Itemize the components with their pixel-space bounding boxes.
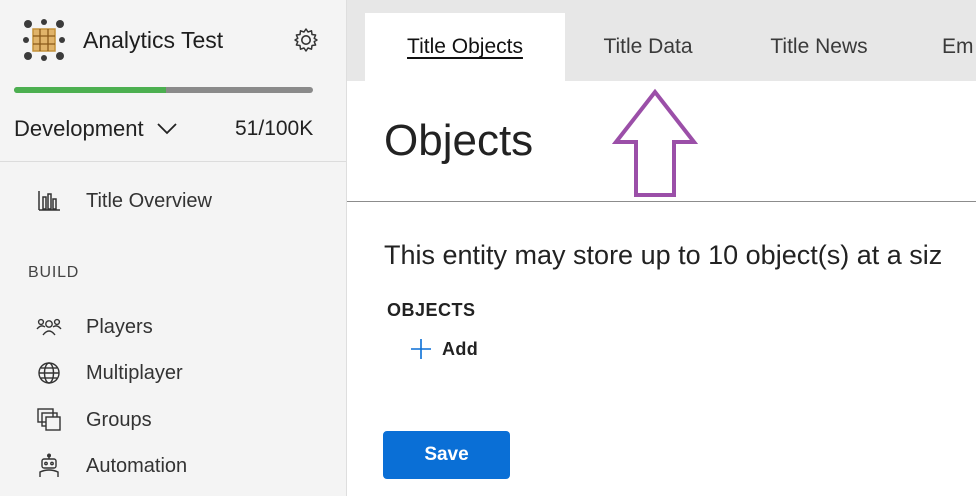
sidebar-item-groups[interactable]: Groups <box>0 400 346 440</box>
usage-progress-bar <box>14 87 313 93</box>
app-title: Analytics Test <box>83 27 224 53</box>
chevron-down-icon <box>157 123 177 135</box>
globe-icon <box>38 362 60 384</box>
annotation-arrow-icon <box>612 88 698 197</box>
tab-label: Title Data <box>603 35 693 58</box>
sidebar: Analytics Test Development 51/100K Title… <box>0 0 347 496</box>
sidebar-item-label: Players <box>86 315 153 338</box>
plus-icon <box>411 339 431 359</box>
entity-description: This entity may store up to 10 object(s)… <box>384 240 943 270</box>
robot-icon <box>39 453 59 477</box>
sidebar-item-title-overview[interactable]: Title Overview <box>0 181 346 221</box>
tab-title-data[interactable]: Title Data <box>565 13 731 81</box>
sidebar-item-label: Multiplayer <box>86 361 183 384</box>
app-logo-icon <box>23 19 65 61</box>
save-button[interactable]: Save <box>383 431 510 479</box>
tab-label: Title Objects <box>407 35 523 58</box>
add-label: Add <box>442 338 479 359</box>
sidebar-item-players[interactable]: Players <box>0 307 346 347</box>
tab-label: Title News <box>770 35 868 58</box>
players-icon <box>36 318 62 336</box>
tab-bar: Title Objects Title Data Title News Em <box>347 0 976 81</box>
sidebar-divider <box>0 161 346 162</box>
usage-progress-fill <box>14 87 167 93</box>
section-heading-build: BUILD <box>28 264 80 281</box>
tab-title-news[interactable]: Title News <box>731 13 907 81</box>
tab-label: Em <box>942 35 974 58</box>
sidebar-item-label: Automation <box>86 454 188 477</box>
objects-heading: OBJECTS <box>387 300 476 320</box>
environment-label: Development <box>14 116 144 141</box>
bar-chart-icon <box>38 191 60 211</box>
tab-title-objects[interactable]: Title Objects <box>365 13 565 81</box>
usage-count: 51/100K <box>235 117 314 140</box>
groups-icon <box>37 408 61 431</box>
add-object-button[interactable]: Add <box>410 338 478 360</box>
sidebar-item-label: Title Overview <box>86 189 212 212</box>
page-title: Objects <box>384 116 534 165</box>
sidebar-item-multiplayer[interactable]: Multiplayer <box>0 353 346 393</box>
sidebar-item-automation[interactable]: Automation <box>0 446 346 486</box>
sidebar-item-label: Groups <box>86 408 152 431</box>
content-divider <box>347 201 976 202</box>
tab-email[interactable]: Em <box>942 13 976 81</box>
environment-selector[interactable]: Development <box>14 116 178 142</box>
gear-icon[interactable] <box>292 26 320 54</box>
